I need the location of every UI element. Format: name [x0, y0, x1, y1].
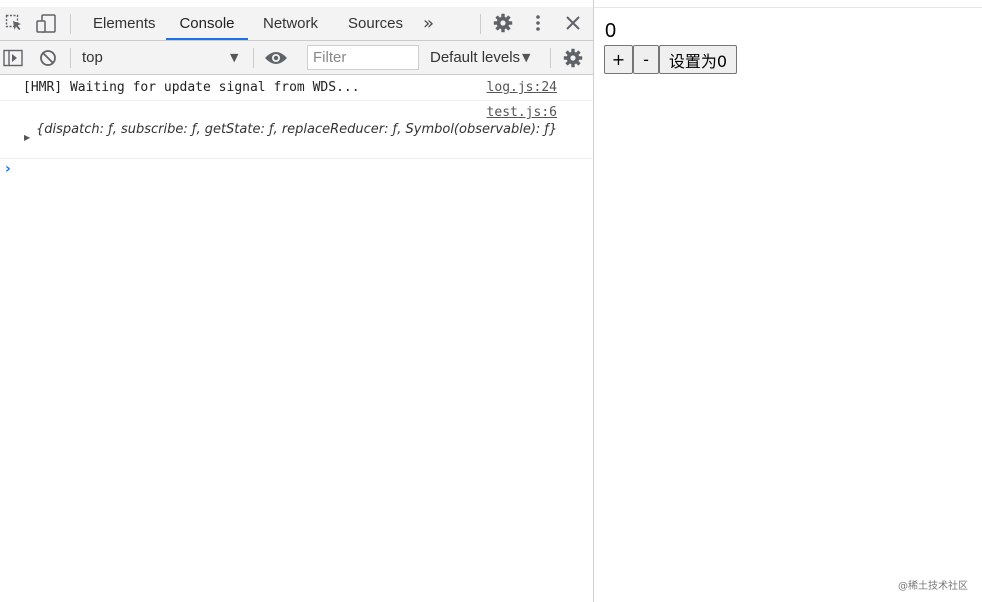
devtools-panel: Elements Console Network Sources » top ▼… [0, 0, 594, 602]
console-messages: [HMR] Waiting for update signal from WDS… [0, 75, 593, 177]
tab-elements[interactable]: Elements [92, 7, 157, 40]
expand-object-triangle-icon[interactable]: ▶ [24, 133, 30, 142]
toolbar-separator [550, 48, 551, 68]
console-settings-gear-icon[interactable] [562, 47, 584, 69]
context-dropdown-arrow-icon[interactable]: ▼ [230, 41, 238, 74]
toolbar-separator [70, 48, 71, 68]
devtools-tab-bar: Elements Console Network Sources » [0, 7, 593, 41]
toolbar-separator [253, 48, 254, 68]
inspect-element-icon[interactable] [4, 13, 24, 33]
console-toolbar: top ▼ Default levels ▼ [0, 41, 593, 75]
live-expression-eye-icon[interactable] [263, 48, 289, 68]
console-prompt-icon[interactable]: › [5, 161, 11, 177]
tabbar-separator [70, 14, 71, 34]
sidebar-toggle-icon[interactable] [2, 48, 24, 68]
log-levels-dropdown[interactable]: Default levels [430, 41, 520, 74]
levels-dropdown-arrow-icon[interactable]: ▼ [522, 41, 530, 74]
console-message-text: [HMR] Waiting for update signal from WDS… [23, 80, 360, 95]
increment-button[interactable]: + [604, 45, 633, 74]
context-selector[interactable]: top [82, 41, 103, 74]
app-preview: 0 + - 设置为0 [594, 8, 982, 602]
reset-button[interactable]: 设置为0 [659, 45, 737, 74]
filter-input[interactable] [307, 45, 419, 70]
watermark: @稀土技术社区 [898, 581, 968, 592]
tab-network[interactable]: Network [262, 7, 319, 40]
settings-gear-icon[interactable] [492, 12, 514, 34]
kebab-menu-icon[interactable] [528, 12, 548, 34]
clear-console-icon[interactable] [37, 48, 59, 68]
device-toolbar-icon[interactable] [34, 13, 58, 35]
tab-console[interactable]: Console [166, 7, 248, 40]
close-icon[interactable] [562, 12, 584, 34]
counter-value: 0 [605, 20, 617, 42]
source-link[interactable]: log.js:24 [487, 80, 557, 95]
decrement-button[interactable]: - [633, 45, 659, 74]
console-message: [HMR] Waiting for update signal from WDS… [0, 75, 593, 101]
source-link[interactable]: test.js:6 [487, 105, 557, 120]
console-object-preview[interactable]: {dispatch: ƒ, subscribe: ƒ, getState: ƒ,… [36, 121, 566, 138]
tabbar-separator [480, 14, 481, 34]
more-tabs-icon[interactable]: » [423, 7, 434, 40]
tab-sources[interactable]: Sources [347, 7, 404, 40]
